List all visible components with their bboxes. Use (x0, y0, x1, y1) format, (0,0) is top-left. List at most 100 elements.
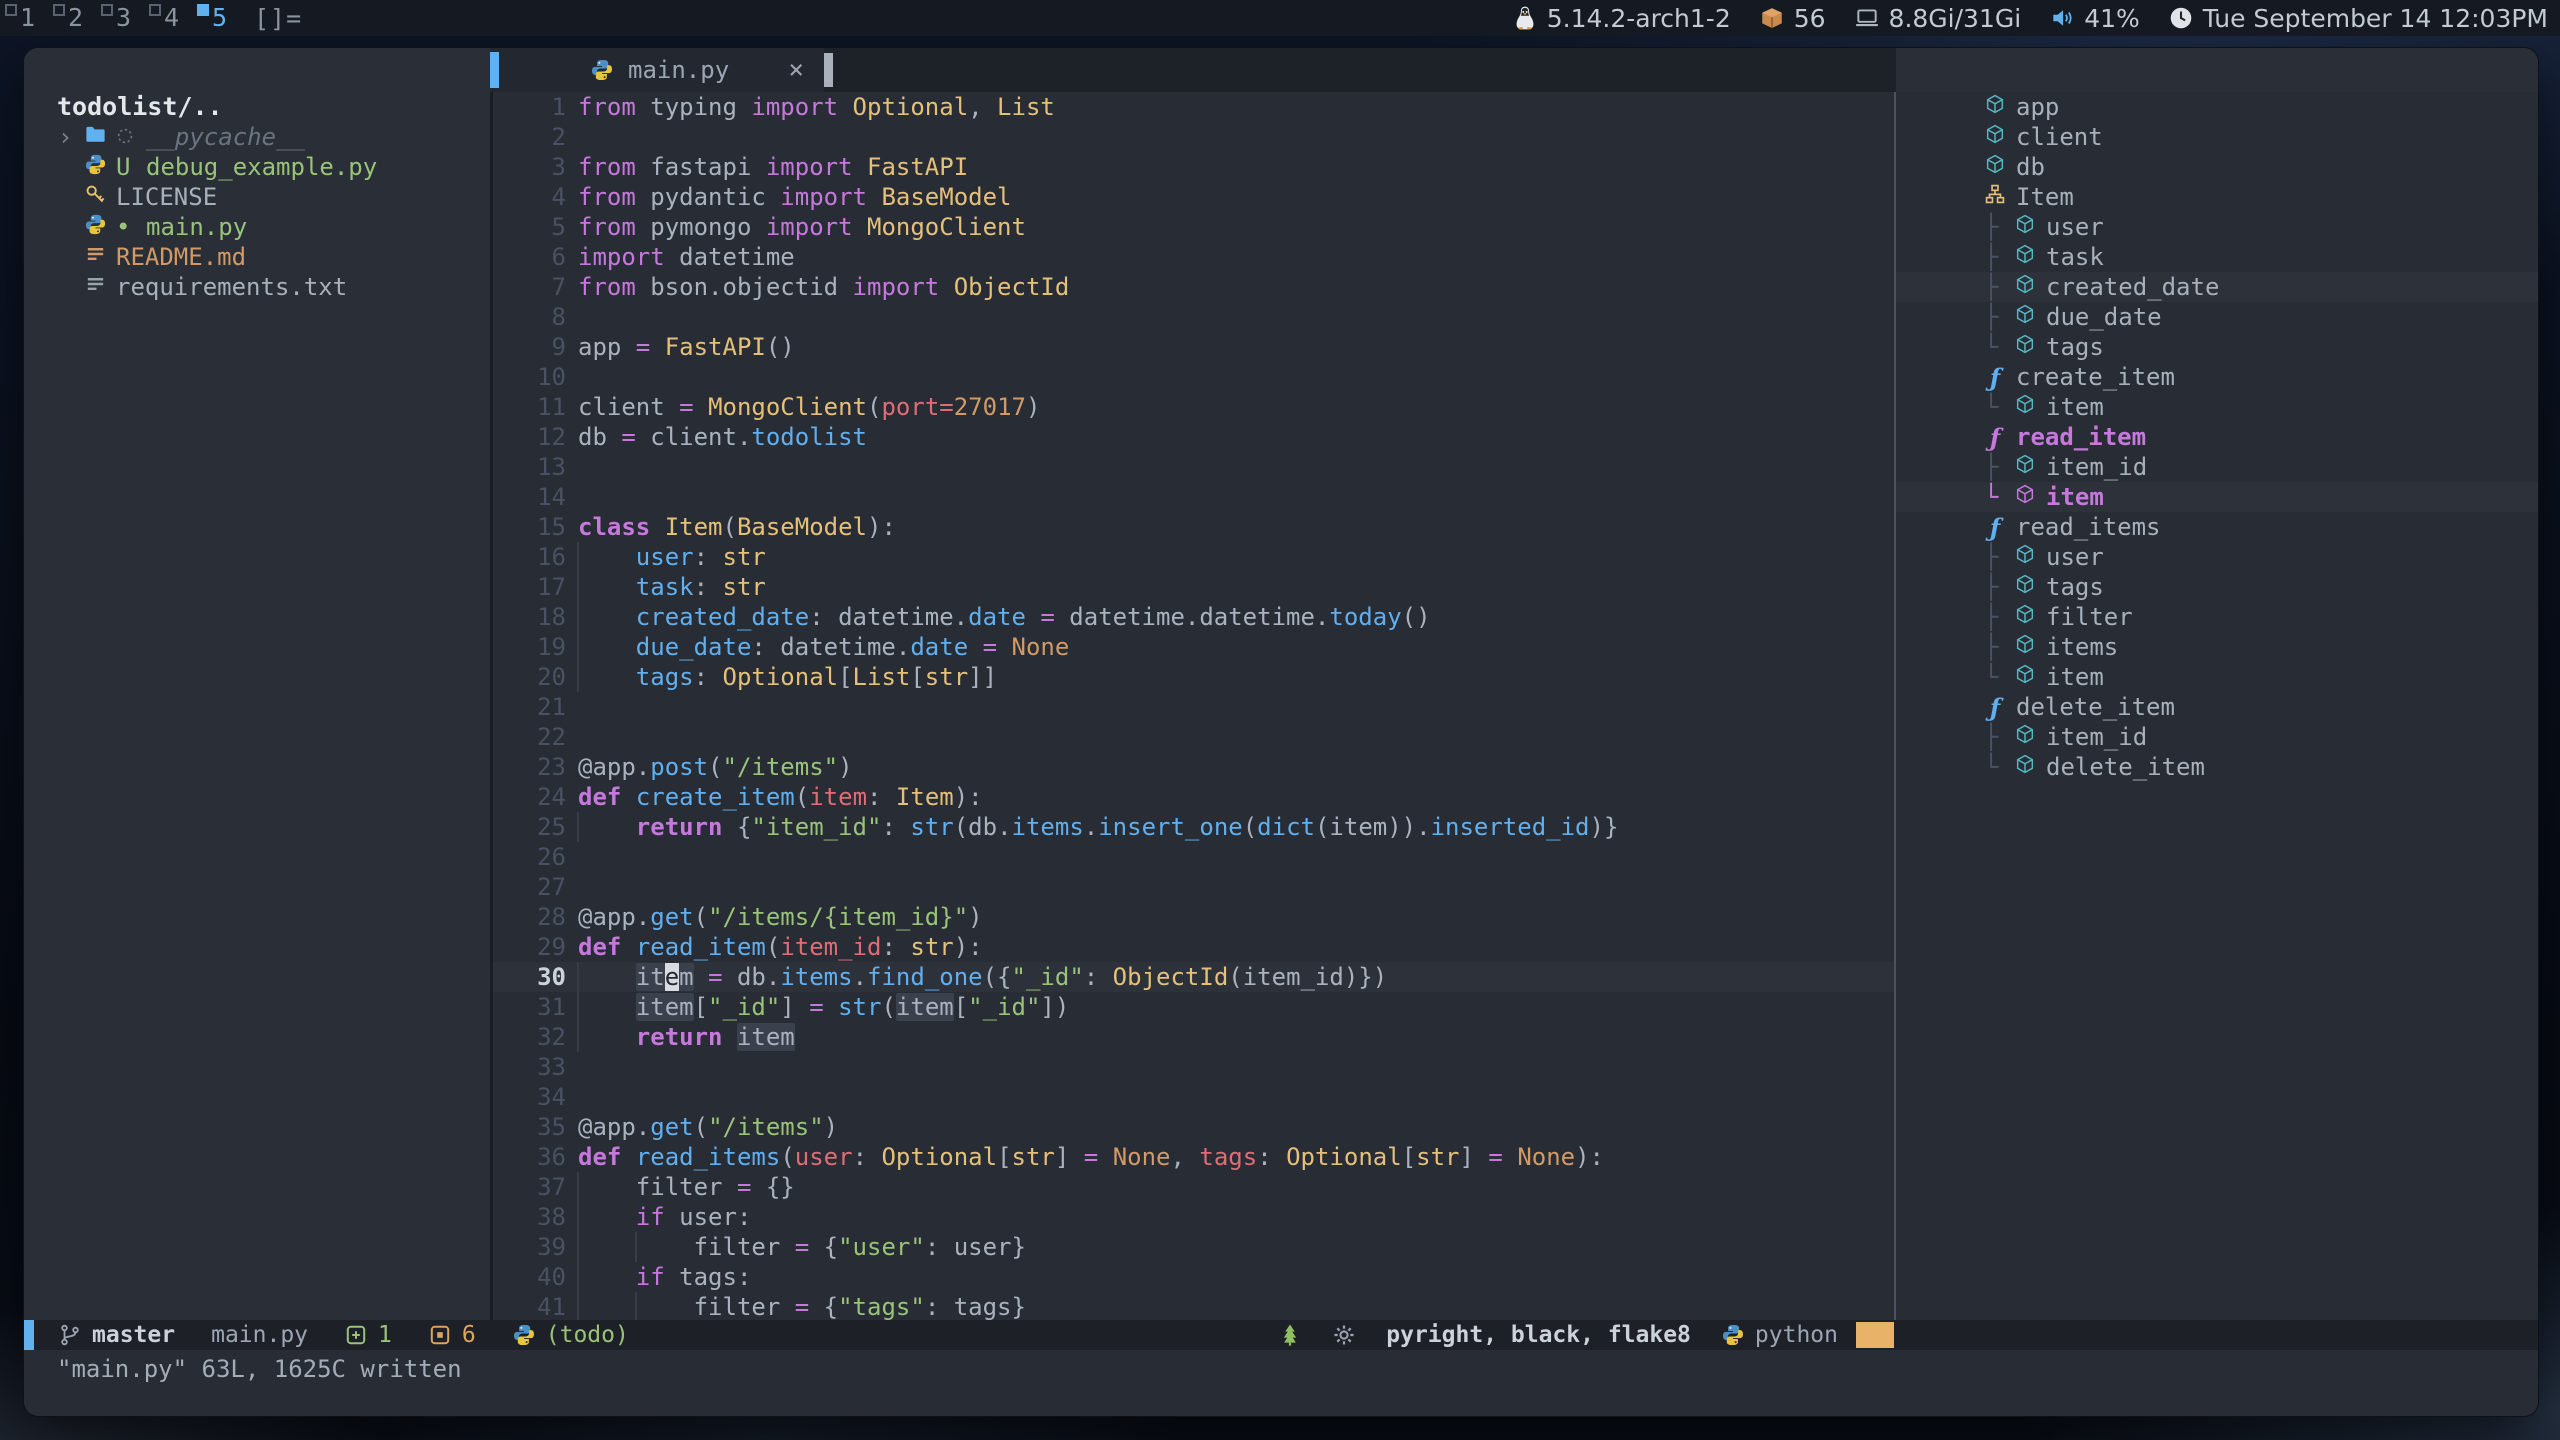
code-line[interactable]: 24def create_item(item: Item): (493, 782, 1894, 812)
symbol-row[interactable]: ├task (1896, 242, 2538, 272)
symbol-row[interactable]: ƒdelete_item (1896, 692, 2538, 722)
symbol-row[interactable]: Item (1896, 182, 2538, 212)
symbol-row[interactable]: app (1896, 92, 2538, 122)
status-item[interactable]: 41% (2049, 4, 2140, 33)
statusline-item (1332, 1323, 1356, 1347)
token: get (650, 903, 693, 931)
code-line[interactable]: 6import datetime (493, 242, 1894, 272)
code-line[interactable]: 41 filter = {"tags": tags} (493, 1292, 1894, 1320)
branch-icon (58, 1323, 82, 1347)
symbol-row[interactable]: ├created_date (1896, 272, 2538, 302)
workspace-button-2[interactable]: 2 (48, 0, 96, 36)
symbol-row[interactable]: ├filter (1896, 602, 2538, 632)
token: def (578, 933, 621, 961)
file-tree-item[interactable]: Udebug_example.py (24, 152, 490, 182)
file-tree-item[interactable]: README.md (24, 242, 490, 272)
code-line[interactable]: 16 user: str (493, 542, 1894, 572)
token: ] (1460, 1143, 1489, 1171)
symbol-row[interactable]: └delete_item (1896, 752, 2538, 782)
line-number: 38 (493, 1202, 566, 1232)
symbol-row[interactable]: ├user (1896, 212, 2538, 242)
code-line[interactable]: 38 if user: (493, 1202, 1894, 1232)
code-line[interactable]: 3from fastapi import FastAPI (493, 152, 1894, 182)
code-line[interactable]: 1from typing import Optional, List (493, 92, 1894, 122)
code-line[interactable]: 25 return {"item_id": str(db.items.inser… (493, 812, 1894, 842)
workspace-button-1[interactable]: 1 (0, 0, 48, 36)
status-item[interactable]: 56 (1759, 4, 1826, 33)
status-item[interactable]: 8.8Gi/31Gi (1854, 4, 2022, 33)
code-line[interactable]: 18 created_date: datetime.date = datetim… (493, 602, 1894, 632)
code-line[interactable]: 13 (493, 452, 1894, 482)
code-line[interactable]: 14 (493, 482, 1894, 512)
symbol-row[interactable]: db (1896, 152, 2538, 182)
code-line[interactable]: 22 (493, 722, 1894, 752)
code-line[interactable]: 27 (493, 872, 1894, 902)
token: ( (694, 1113, 708, 1141)
code-line[interactable]: 19 due_date: datetime.date = None (493, 632, 1894, 662)
code-line[interactable]: 39 filter = {"user": user} (493, 1232, 1894, 1262)
file-tree-item[interactable]: ›__pycache__ (24, 122, 490, 152)
workspace-button-5[interactable]: 5 (192, 0, 240, 36)
symbol-row[interactable]: └item (1896, 482, 2538, 512)
token: @app. (578, 1113, 650, 1141)
symbol-row[interactable]: └item (1896, 662, 2538, 692)
symbol-row[interactable]: client (1896, 122, 2538, 152)
status-item[interactable]: 5.14.2-arch1-2 (1512, 4, 1731, 33)
workspace-button-3[interactable]: 3 (96, 0, 144, 36)
symbol-row[interactable]: ├items (1896, 632, 2538, 662)
symbol-row[interactable]: ├item_id (1896, 452, 2538, 482)
symbol-row[interactable]: ├tags (1896, 572, 2538, 602)
code-line[interactable]: 20 tags: Optional[List[str]] (493, 662, 1894, 692)
symbol-row[interactable]: ƒread_items (1896, 512, 2538, 542)
expand-arrow-icon[interactable]: › (58, 123, 84, 151)
code-line[interactable]: 32 return item (493, 1022, 1894, 1052)
code-line[interactable]: 17 task: str (493, 572, 1894, 602)
file-tree-item[interactable]: requirements.txt (24, 272, 490, 302)
token: ): (1575, 1143, 1604, 1171)
symbol-row[interactable]: └item (1896, 392, 2538, 422)
code-line[interactable]: 26 (493, 842, 1894, 872)
line-number: 37 (493, 1172, 566, 1202)
code-line[interactable]: 28@app.get("/items/{item_id}") (493, 902, 1894, 932)
code-line[interactable]: 8 (493, 302, 1894, 332)
code-line[interactable]: 4from pydantic import BaseModel (493, 182, 1894, 212)
code-line[interactable]: 2 (493, 122, 1894, 152)
token: (item_id)}) (1228, 963, 1387, 991)
code-line[interactable]: 21 (493, 692, 1894, 722)
token: None (1113, 1143, 1171, 1171)
workspace-button-4[interactable]: 4 (144, 0, 192, 36)
code-line[interactable]: 40 if tags: (493, 1262, 1894, 1292)
code-line[interactable]: 33 (493, 1052, 1894, 1082)
symbol-row[interactable]: ├due_date (1896, 302, 2538, 332)
code-line[interactable]: 15class Item(BaseModel): (493, 512, 1894, 542)
tab-main-py[interactable]: main.py × (490, 48, 824, 92)
symbol-row[interactable]: ├item_id (1896, 722, 2538, 752)
symbol-row[interactable]: └tags (1896, 332, 2538, 362)
code-line[interactable]: 5from pymongo import MongoClient (493, 212, 1894, 242)
symbol-row[interactable]: ƒcreate_item (1896, 362, 2538, 392)
close-icon[interactable]: × (788, 48, 804, 92)
code-line[interactable]: 12db = client.todolist (493, 422, 1894, 452)
code-line[interactable]: 36def read_items(user: Optional[str] = N… (493, 1142, 1894, 1172)
code-line[interactable]: 30 item = db.items.find_one({"_id": Obje… (493, 962, 1894, 992)
status-item[interactable]: Tue September 14 12:03PM (2168, 4, 2548, 33)
file-tree-item[interactable]: LICENSE (24, 182, 490, 212)
file-tree-item[interactable]: •main.py (24, 212, 490, 242)
code-line[interactable]: 35@app.get("/items") (493, 1112, 1894, 1142)
statusline-item: pyright, black, flake8 (1386, 1322, 1691, 1348)
symbol-row[interactable]: ├user (1896, 542, 2538, 572)
code-line[interactable]: 37 filter = {} (493, 1172, 1894, 1202)
code-line[interactable]: 31 item["_id"] = str(item["_id"]) (493, 992, 1894, 1022)
code-text: return item (578, 1022, 795, 1052)
code-line[interactable]: 7from bson.objectid import ObjectId (493, 272, 1894, 302)
code-line[interactable]: 29def read_item(item_id: str): (493, 932, 1894, 962)
code-line[interactable]: 10 (493, 362, 1894, 392)
code-line[interactable]: 9app = FastAPI() (493, 332, 1894, 362)
code-line[interactable]: 34 (493, 1082, 1894, 1112)
code-line[interactable]: 11client = MongoClient(port=27017) (493, 392, 1894, 422)
python-icon (1721, 1323, 1745, 1347)
python-icon (590, 58, 614, 82)
symbol-row[interactable]: ƒread_item (1896, 422, 2538, 452)
code-line[interactable]: 23@app.post("/items") (493, 752, 1894, 782)
symbol-icon-box (2014, 543, 2046, 571)
